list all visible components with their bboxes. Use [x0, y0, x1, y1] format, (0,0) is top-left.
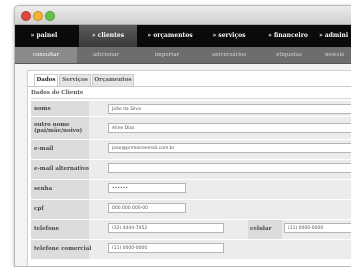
- cpf-input[interactable]: 000.000.000-00: [108, 203, 186, 213]
- subnav-item-consultar[interactable]: consultar: [15, 47, 77, 63]
- minimize-window-icon[interactable]: [33, 11, 43, 21]
- nav-item-clientes[interactable]: » clientes: [79, 25, 137, 47]
- celular-label: celular: [250, 226, 272, 232]
- section-divider: [31, 98, 351, 99]
- senha-label: senha: [34, 186, 53, 192]
- celular-input[interactable]: (11) 0000-0000: [284, 223, 351, 233]
- subnav-item-adicionar[interactable]: adicionar: [77, 47, 135, 63]
- email-alt-input[interactable]: [108, 163, 351, 173]
- senha-input[interactable]: ••••••: [108, 183, 186, 193]
- nome-input[interactable]: João da Silva: [108, 104, 351, 114]
- telefone-comercial-input[interactable]: (11) 0000-0000: [108, 243, 224, 253]
- telefone-comercial-label: telefone comercial: [34, 246, 92, 252]
- subnav-item-aniversarios[interactable]: aniversários: [199, 47, 259, 63]
- subnav-item-importar[interactable]: importar: [137, 47, 197, 63]
- email-input[interactable]: joao@primeiroemail.com.br: [108, 143, 351, 153]
- telefone-input[interactable]: (32) 4444-7452: [108, 223, 224, 233]
- nome-label: nome: [34, 106, 51, 112]
- nav-item-painel[interactable]: » painel: [15, 25, 73, 47]
- email-alt-label: e-mail alternativo: [34, 166, 89, 172]
- telefone-label: telefone: [34, 226, 60, 232]
- nav-item-admin[interactable]: » admini: [319, 25, 351, 47]
- sub-nav: consultar adicionar importar aniversário…: [15, 47, 351, 64]
- zoom-window-icon[interactable]: [45, 11, 55, 21]
- main-nav: » painel » clientes » orçamentos » servi…: [15, 25, 351, 47]
- close-window-icon[interactable]: [21, 11, 31, 21]
- subnav-item-etiquetas[interactable]: etiquetas: [259, 47, 319, 63]
- tab-orcamentos[interactable]: Orçamentos: [92, 74, 134, 86]
- outro-nome-label: outro nome (pai/mãe/noivo): [34, 122, 83, 134]
- tab-servicos[interactable]: Serviços: [59, 74, 91, 86]
- tabs-divider: [28, 86, 351, 87]
- nav-item-financeiro[interactable]: » financeiro: [257, 25, 319, 47]
- email-label: e-mail: [34, 146, 54, 152]
- subnav-item-newsletter[interactable]: newsle: [319, 47, 351, 63]
- cpf-label: cpf: [34, 206, 44, 212]
- outro-nome-input[interactable]: Aline Dias: [108, 123, 351, 133]
- nav-item-servicos[interactable]: » serviços: [201, 25, 257, 47]
- nav-item-orcamentos[interactable]: » orçamentos: [139, 25, 201, 47]
- window-titlebar: [15, 6, 351, 25]
- browser-window: » painel » clientes » orçamentos » servi…: [14, 5, 351, 267]
- section-title: Dados do Cliente: [31, 90, 84, 96]
- client-panel: Dados Serviços Orçamentos Dados do Clien…: [27, 70, 351, 266]
